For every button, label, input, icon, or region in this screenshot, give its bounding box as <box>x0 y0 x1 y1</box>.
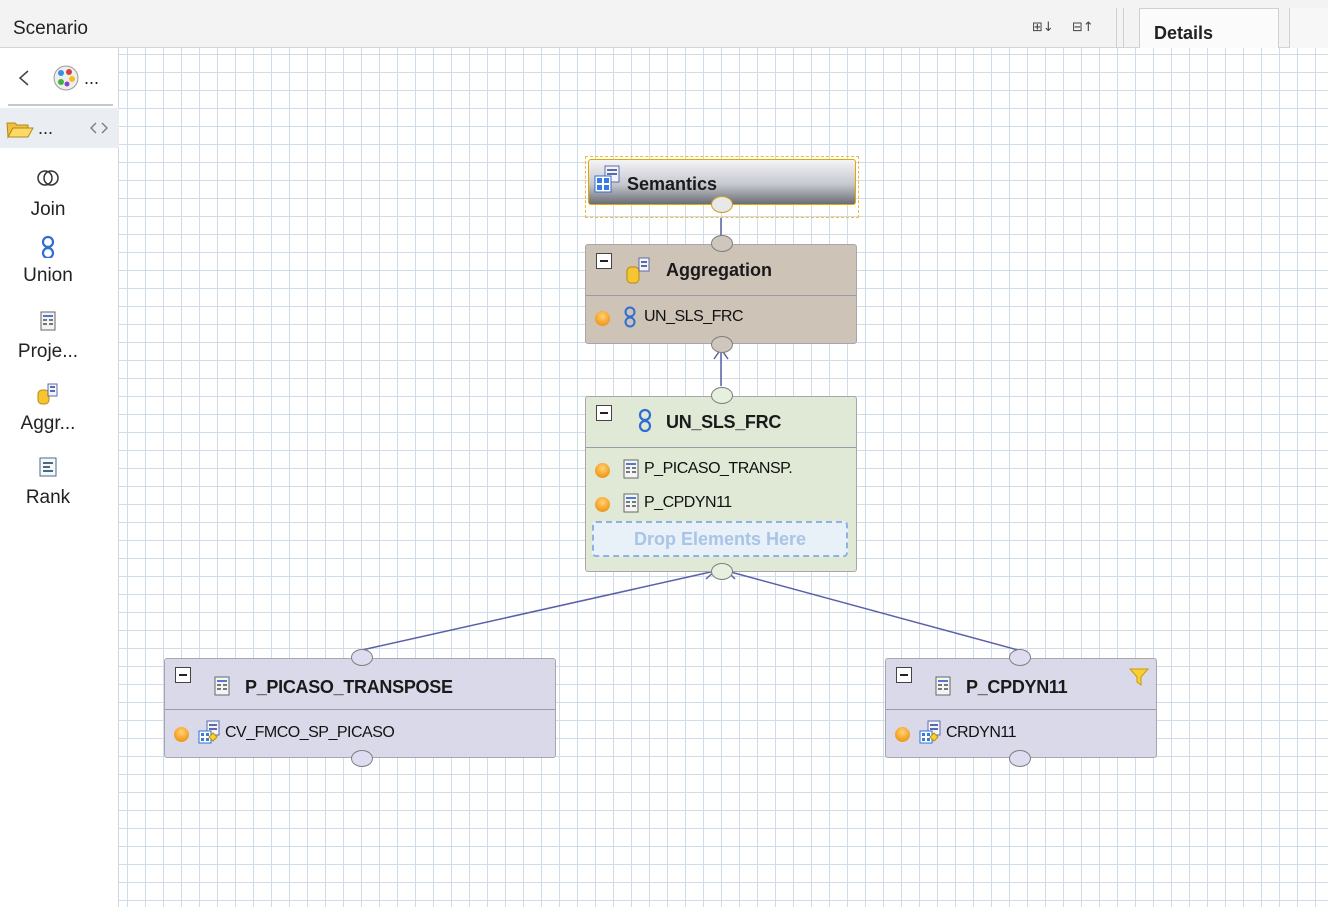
projection-icon <box>623 459 639 479</box>
collapse-icon[interactable] <box>175 667 191 683</box>
palette-item-label: Join <box>30 199 66 220</box>
expand-all-button[interactable]: ⊞↓ <box>1032 20 1066 40</box>
semantics-node-selection[interactable]: Semantics <box>585 156 859 218</box>
projection-node-picaso[interactable]: P_PICASO_TRANSPOSE CV_FMCO_SP_PICASO <box>164 649 556 767</box>
palette-drawer-header: ... <box>0 108 119 148</box>
aggregation-input-port[interactable] <box>711 336 733 353</box>
join-icon <box>37 170 59 186</box>
aggregation-node-header: Aggregation <box>586 245 856 296</box>
input-name: CV_FMCO_SP_PICASO <box>225 724 395 741</box>
projection-input-port[interactable] <box>351 750 373 767</box>
palette-item-union[interactable]: Union <box>0 234 96 287</box>
aggregation-node[interactable]: Aggregation UN_SLS_FRC <box>585 235 857 353</box>
node-title: Semantics <box>627 174 718 194</box>
projection-icon <box>214 676 230 696</box>
palette-item-label: Union <box>23 265 73 286</box>
aggregation-icon <box>37 383 58 405</box>
connector-left-union <box>361 570 716 651</box>
palette-item-join[interactable]: Join <box>0 168 96 221</box>
palette-color-icon[interactable] <box>52 64 80 92</box>
palette-item-label: Proje... <box>17 341 79 362</box>
filter-icon[interactable] <box>1128 667 1150 687</box>
rank-icon <box>39 457 57 477</box>
projection-icon <box>623 493 639 513</box>
palette-more[interactable]: ... <box>84 68 99 89</box>
palette-item-aggregation[interactable]: Aggr... <box>0 382 96 435</box>
union-icon <box>41 235 55 258</box>
input-name: CRDYN11 <box>946 724 1017 741</box>
pin-arrows-icon[interactable] <box>89 121 109 135</box>
node-title: P_PICASO_TRANSPOSE <box>245 677 453 697</box>
input-status-icon <box>595 463 610 478</box>
input-name: UN_SLS_FRC <box>644 308 744 325</box>
tab-details[interactable]: Details <box>1139 8 1279 48</box>
collapse-icon[interactable] <box>596 405 612 421</box>
projection-icon <box>935 676 951 696</box>
union-node-header: UN_SLS_FRC <box>586 397 856 448</box>
connector-right-union <box>726 570 1019 651</box>
folder-open-icon[interactable] <box>6 119 34 139</box>
semantics-input-port[interactable] <box>711 196 733 213</box>
projection-output-port[interactable] <box>351 649 373 666</box>
toolbar-separator <box>1116 8 1124 48</box>
input-status-icon <box>895 727 910 742</box>
palette-item-label: Rank <box>25 487 71 508</box>
calculation-view-icon <box>919 720 941 744</box>
collapse-icon[interactable] <box>596 253 612 269</box>
union-output-port[interactable] <box>711 387 733 404</box>
node-input-row[interactable]: P_CPDYN11 <box>586 489 856 515</box>
drop-elements-zone[interactable]: Drop Elements Here <box>592 521 848 557</box>
projection-node-header: P_PICASO_TRANSPOSE <box>165 659 555 710</box>
union-node[interactable]: UN_SLS_FRC P_PICASO_TRANSP. P_CPDYN11 Dr… <box>585 387 857 580</box>
chevron-left-icon[interactable] <box>18 70 30 86</box>
union-input-port[interactable] <box>711 563 733 580</box>
tool-palette: ... ... Join Union Proje... Aggr... Rank <box>0 48 119 907</box>
input-status-icon <box>595 497 610 512</box>
palette-item-label: Aggr... <box>20 413 76 434</box>
projection-icon <box>40 311 56 331</box>
union-icon <box>624 306 636 328</box>
projection-node-header: P_CPDYN11 <box>886 659 1156 710</box>
node-input-row[interactable]: P_PICASO_TRANSP. <box>586 455 856 481</box>
aggregation-icon <box>626 257 650 284</box>
collapse-all-button[interactable]: ⊟↑ <box>1072 20 1106 40</box>
semantics-icon <box>594 165 620 193</box>
collapse-icon[interactable] <box>896 667 912 683</box>
drawer-more[interactable]: ... <box>38 118 53 139</box>
union-icon <box>638 408 652 433</box>
palette-item-rank[interactable]: Rank <box>0 456 96 509</box>
projection-node-cpdyn11[interactable]: P_CPDYN11 CRDYN11 <box>885 649 1157 767</box>
projection-input-port[interactable] <box>1009 750 1031 767</box>
diagram-canvas[interactable]: Semantics Aggregation UN_SLS_FRC UN_SLS_… <box>119 48 1328 907</box>
node-input-row[interactable]: UN_SLS_FRC <box>586 303 856 329</box>
editor-header: Scenario ⊞↓ ⊟↑ Details <box>0 0 1328 48</box>
node-title: UN_SLS_FRC <box>666 412 782 432</box>
palette-item-projection[interactable]: Proje... <box>0 310 96 363</box>
calculation-view-icon <box>198 720 220 744</box>
node-input-row[interactable]: CRDYN11 <box>886 719 1156 745</box>
node-title: P_CPDYN11 <box>966 677 1068 697</box>
projection-output-port[interactable] <box>1009 649 1031 666</box>
node-input-row[interactable]: CV_FMCO_SP_PICASO <box>165 719 555 745</box>
input-name: P_CPDYN11 <box>644 494 732 511</box>
tab-overflow[interactable] <box>1289 8 1328 48</box>
input-name: P_PICASO_TRANSP. <box>644 460 793 477</box>
palette-toolbar: ... <box>0 56 119 100</box>
scenario-title: Scenario <box>13 18 88 39</box>
palette-divider <box>8 104 113 106</box>
input-status-icon <box>595 311 610 326</box>
node-title: Aggregation <box>666 260 772 280</box>
tab-details-label: Details <box>1154 23 1214 43</box>
aggregation-output-port[interactable] <box>711 235 733 252</box>
input-status-icon <box>174 727 189 742</box>
